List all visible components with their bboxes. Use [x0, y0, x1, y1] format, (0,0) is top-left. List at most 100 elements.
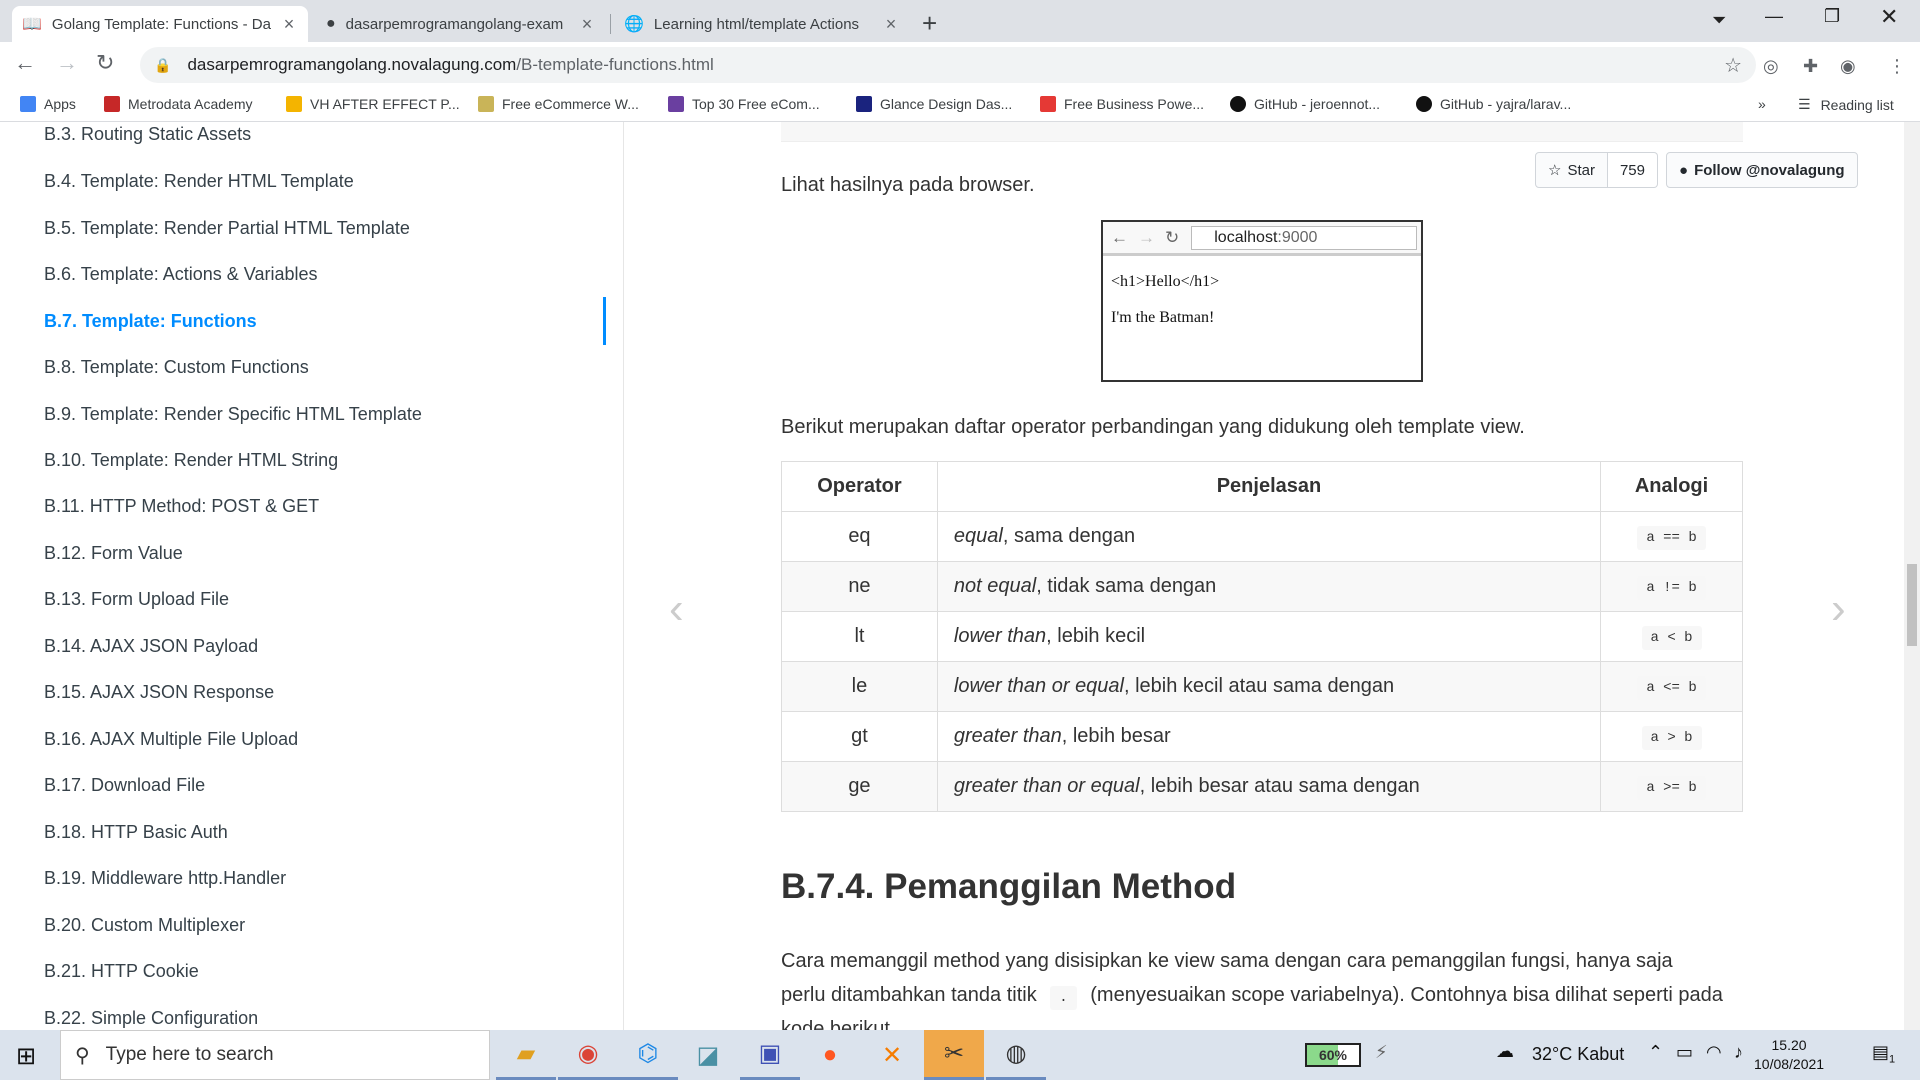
bookmarks-bar: Apps Metrodata Academy VH AFTER EFFECT P…	[0, 88, 1920, 122]
clock-time: 15.20	[1771, 1037, 1807, 1053]
sidebar-item-b6[interactable]: B.6. Template: Actions & Variables	[44, 264, 317, 285]
sidebar-item-b20[interactable]: B.20. Custom Multiplexer	[44, 915, 245, 936]
close-icon[interactable]: ×	[280, 14, 298, 35]
system-clock[interactable]: 15.20 10/08/2021	[1754, 1036, 1824, 1074]
forward-button[interactable]: →	[56, 50, 78, 76]
close-icon[interactable]: ×	[882, 14, 900, 35]
sidebar-item-b12[interactable]: B.12. Form Value	[44, 543, 183, 564]
header-penjelasan: Penjelasan	[936, 461, 1602, 512]
analogy-cell: a <= b	[1600, 661, 1743, 712]
lock-icon[interactable]: 🔒	[154, 57, 171, 74]
volume-icon[interactable]: ♪	[1734, 1042, 1743, 1063]
reload-button[interactable]: ↻	[96, 50, 114, 76]
bookmark-top-30[interactable]: Top 30 Free eCom...	[668, 96, 820, 112]
p-icon	[1040, 96, 1056, 112]
weather-text[interactable]: 32°C Kabut	[1532, 1044, 1624, 1065]
sidebar-item-b22[interactable]: B.22. Simple Configuration	[44, 1008, 258, 1029]
sidebar-item-b14[interactable]: B.14. AJAX JSON Payload	[44, 636, 258, 657]
sidebar-item-b4[interactable]: B.4. Template: Render HTML Template	[44, 171, 354, 192]
github-buttons: ☆ Star 759 ● Follow @novalagung	[1535, 152, 1858, 188]
github-follow-button[interactable]: ● Follow @novalagung	[1666, 152, 1858, 188]
bookmark-free-ecommerce[interactable]: Free eCommerce W...	[478, 96, 639, 112]
extensions-puzzle-icon[interactable]: ✚	[1803, 56, 1818, 77]
sidebar-item-b10[interactable]: B.10. Template: Render HTML String	[44, 450, 338, 471]
previous-page-chevron-icon[interactable]: ‹	[669, 584, 684, 634]
weather-icon[interactable]: ☁	[1496, 1041, 1514, 1062]
mock-port: :9000	[1277, 228, 1318, 246]
xampp-icon[interactable]: ✕	[862, 1030, 922, 1080]
github-star-count[interactable]: 759	[1607, 152, 1658, 188]
battery-tray-icon[interactable]: ▭	[1676, 1042, 1693, 1063]
description-cell: greater than, lebih besar	[936, 711, 1602, 762]
new-tab-button[interactable]: +	[922, 8, 937, 39]
sidebar-item-b8[interactable]: B.8. Template: Custom Functions	[44, 357, 309, 378]
sidebar-item-b9[interactable]: B.9. Template: Render Specific HTML Temp…	[44, 404, 422, 425]
table-row: lt lower than, lebih kecil a < b	[781, 611, 1743, 662]
bookmark-metrodata[interactable]: Metrodata Academy	[104, 96, 253, 112]
bookmark-github-yajra[interactable]: GitHub - yajra/larav...	[1416, 96, 1571, 112]
github-star-button[interactable]: ☆ Star	[1535, 152, 1608, 188]
tab-search-icon[interactable]: ⏷	[1712, 10, 1726, 31]
show-hidden-icons-chevron-icon[interactable]: ⌃	[1648, 1042, 1663, 1063]
method-paragraph-line-2: perlu ditambahkan tanda titik . (menyesu…	[781, 984, 1723, 1010]
tab-separator	[610, 14, 611, 34]
reading-list-button[interactable]: ☰ Reading list	[1798, 96, 1894, 113]
back-button[interactable]: ←	[14, 50, 36, 76]
minimize-button[interactable]: —	[1765, 6, 1783, 27]
bookmark-free-business[interactable]: Free Business Powe...	[1040, 96, 1204, 112]
tab-golang-template[interactable]: 📖 Golang Template: Functions - Da ×	[12, 6, 308, 42]
scrollbar-thumb[interactable]	[1907, 564, 1917, 646]
bookmark-apps[interactable]: Apps	[20, 96, 76, 112]
close-window-button[interactable]: ✕	[1880, 4, 1898, 30]
taskbar-search-box[interactable]: ⚲ Type here to search	[60, 1030, 490, 1080]
app-icon[interactable]: ◪	[678, 1030, 738, 1080]
sidebar-item-b7[interactable]: B.7. Template: Functions	[44, 311, 257, 332]
menu-kebab-icon[interactable]: ⋮	[1888, 56, 1906, 77]
next-page-chevron-icon[interactable]: ›	[1831, 584, 1846, 634]
sidebar-item-b11[interactable]: B.11. HTTP Method: POST & GET	[44, 496, 319, 517]
bookmark-glance-design[interactable]: Glance Design Das...	[856, 96, 1012, 112]
sidebar-item-b13[interactable]: B.13. Form Upload File	[44, 589, 229, 610]
sidebar-item-b5[interactable]: B.5. Template: Render Partial HTML Templ…	[44, 218, 410, 239]
result-screenshot: ← → ↻ localhost:9000 <h1>Hello</h1> I'm …	[1101, 220, 1423, 382]
postman-icon[interactable]: ●	[800, 1030, 860, 1080]
main-content: ☆ Star 759 ● Follow @novalagung Lihat ha…	[625, 122, 1904, 1030]
notifications-icon[interactable]: ▤1	[1872, 1042, 1895, 1066]
chrome-icon[interactable]: ◉	[558, 1030, 618, 1080]
analogy-code: a >= b	[1637, 775, 1706, 800]
snipping-tool-icon[interactable]: ✂	[924, 1030, 984, 1080]
maximize-button[interactable]: ❐	[1824, 6, 1840, 27]
sidebar-item-b21[interactable]: B.21. HTTP Cookie	[44, 961, 199, 982]
battery-indicator[interactable]: 60%	[1305, 1043, 1361, 1067]
sidebar-item-b16[interactable]: B.16. AJAX Multiple File Upload	[44, 729, 298, 750]
windows-start-icon[interactable]: ⊞	[16, 1042, 36, 1071]
description-term: greater than or equal	[953, 775, 1140, 797]
bookmark-vh-after-effect[interactable]: VH AFTER EFFECT P...	[286, 96, 460, 112]
mock-line-1: <h1>Hello</h1>	[1111, 273, 1220, 290]
extension-icon[interactable]: ◎	[1763, 56, 1779, 77]
sidebar-item-b19[interactable]: B.19. Middleware http.Handler	[44, 868, 286, 889]
file-explorer-icon[interactable]: ▰	[496, 1030, 556, 1080]
bookmark-label: GitHub - jeroennot...	[1254, 96, 1381, 112]
address-bar[interactable]: 🔒 dasarpemrogramangolang.novalagung.com /…	[140, 47, 1756, 83]
analogy-cell: a < b	[1600, 611, 1743, 662]
page-scrollbar[interactable]	[1904, 122, 1920, 1030]
sidebar-item-b18[interactable]: B.18. HTTP Basic Auth	[44, 822, 228, 843]
sidebar-item-b17[interactable]: B.17. Download File	[44, 775, 205, 796]
close-icon[interactable]: ×	[578, 14, 596, 35]
profile-avatar[interactable]: ◉	[1840, 56, 1856, 77]
follow-label: Follow @novalagung	[1694, 161, 1845, 179]
sidebar-item-b15[interactable]: B.15. AJAX JSON Response	[44, 682, 274, 703]
bookmark-star-icon[interactable]: ☆	[1724, 53, 1742, 78]
wifi-icon[interactable]: ◠	[1706, 1042, 1722, 1063]
operators-table: Operator Penjelasan Analogi eq equal, sa…	[781, 461, 1743, 812]
go-app-icon[interactable]: ◍	[986, 1030, 1046, 1080]
more-bookmarks-chevron-icon[interactable]: »	[1758, 96, 1766, 112]
operator-cell: lt	[781, 611, 938, 662]
vscode-icon[interactable]: ⌬	[618, 1030, 678, 1080]
tab-learning-actions[interactable]: 🌐 Learning html/template Actions ×	[614, 6, 910, 42]
sidebar-item-b3[interactable]: B.3. Routing Static Assets	[44, 124, 251, 145]
network-app-icon[interactable]: ▣	[740, 1030, 800, 1080]
tab-github-example[interactable]: ● dasarpemrogramangolang-exam ×	[316, 6, 606, 42]
bookmark-github-jeroennot[interactable]: GitHub - jeroennot...	[1230, 96, 1380, 112]
